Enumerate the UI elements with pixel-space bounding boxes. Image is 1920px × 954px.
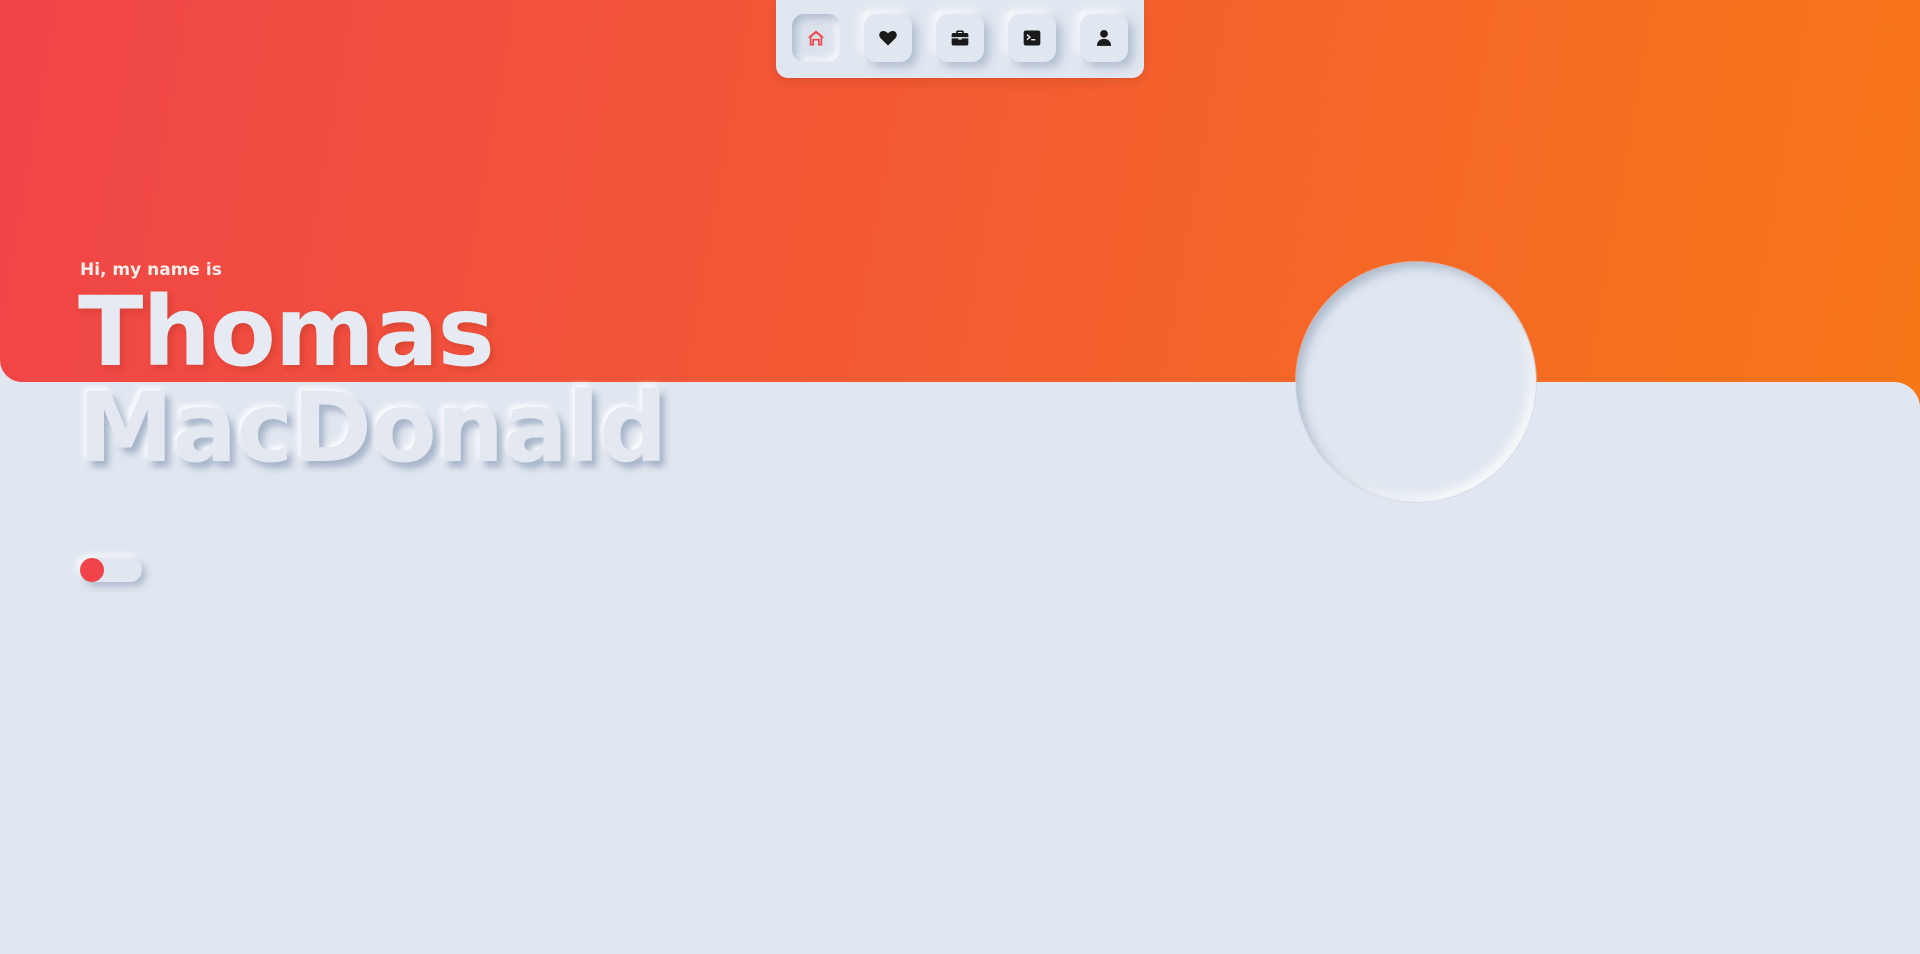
terminal-icon	[1022, 28, 1042, 48]
top-navigation	[776, 0, 1144, 78]
nav-favorites-button[interactable]	[864, 14, 912, 62]
profile-avatar	[1296, 262, 1536, 502]
page: Hi, my name is Thomas MacDonald	[0, 0, 1920, 954]
nav-home-button[interactable]	[792, 14, 840, 62]
nav-about-button[interactable]	[1080, 14, 1128, 62]
nav-work-button[interactable]	[936, 14, 984, 62]
hero-first-name: Thomas	[78, 276, 495, 388]
hero-last-name: MacDonald	[78, 372, 668, 484]
home-icon	[806, 28, 826, 48]
heart-icon	[878, 28, 898, 48]
user-icon	[1094, 28, 1114, 48]
theme-toggle[interactable]	[80, 558, 142, 582]
nav-terminal-button[interactable]	[1008, 14, 1056, 62]
briefcase-icon	[950, 28, 970, 48]
toggle-knob	[80, 558, 104, 582]
